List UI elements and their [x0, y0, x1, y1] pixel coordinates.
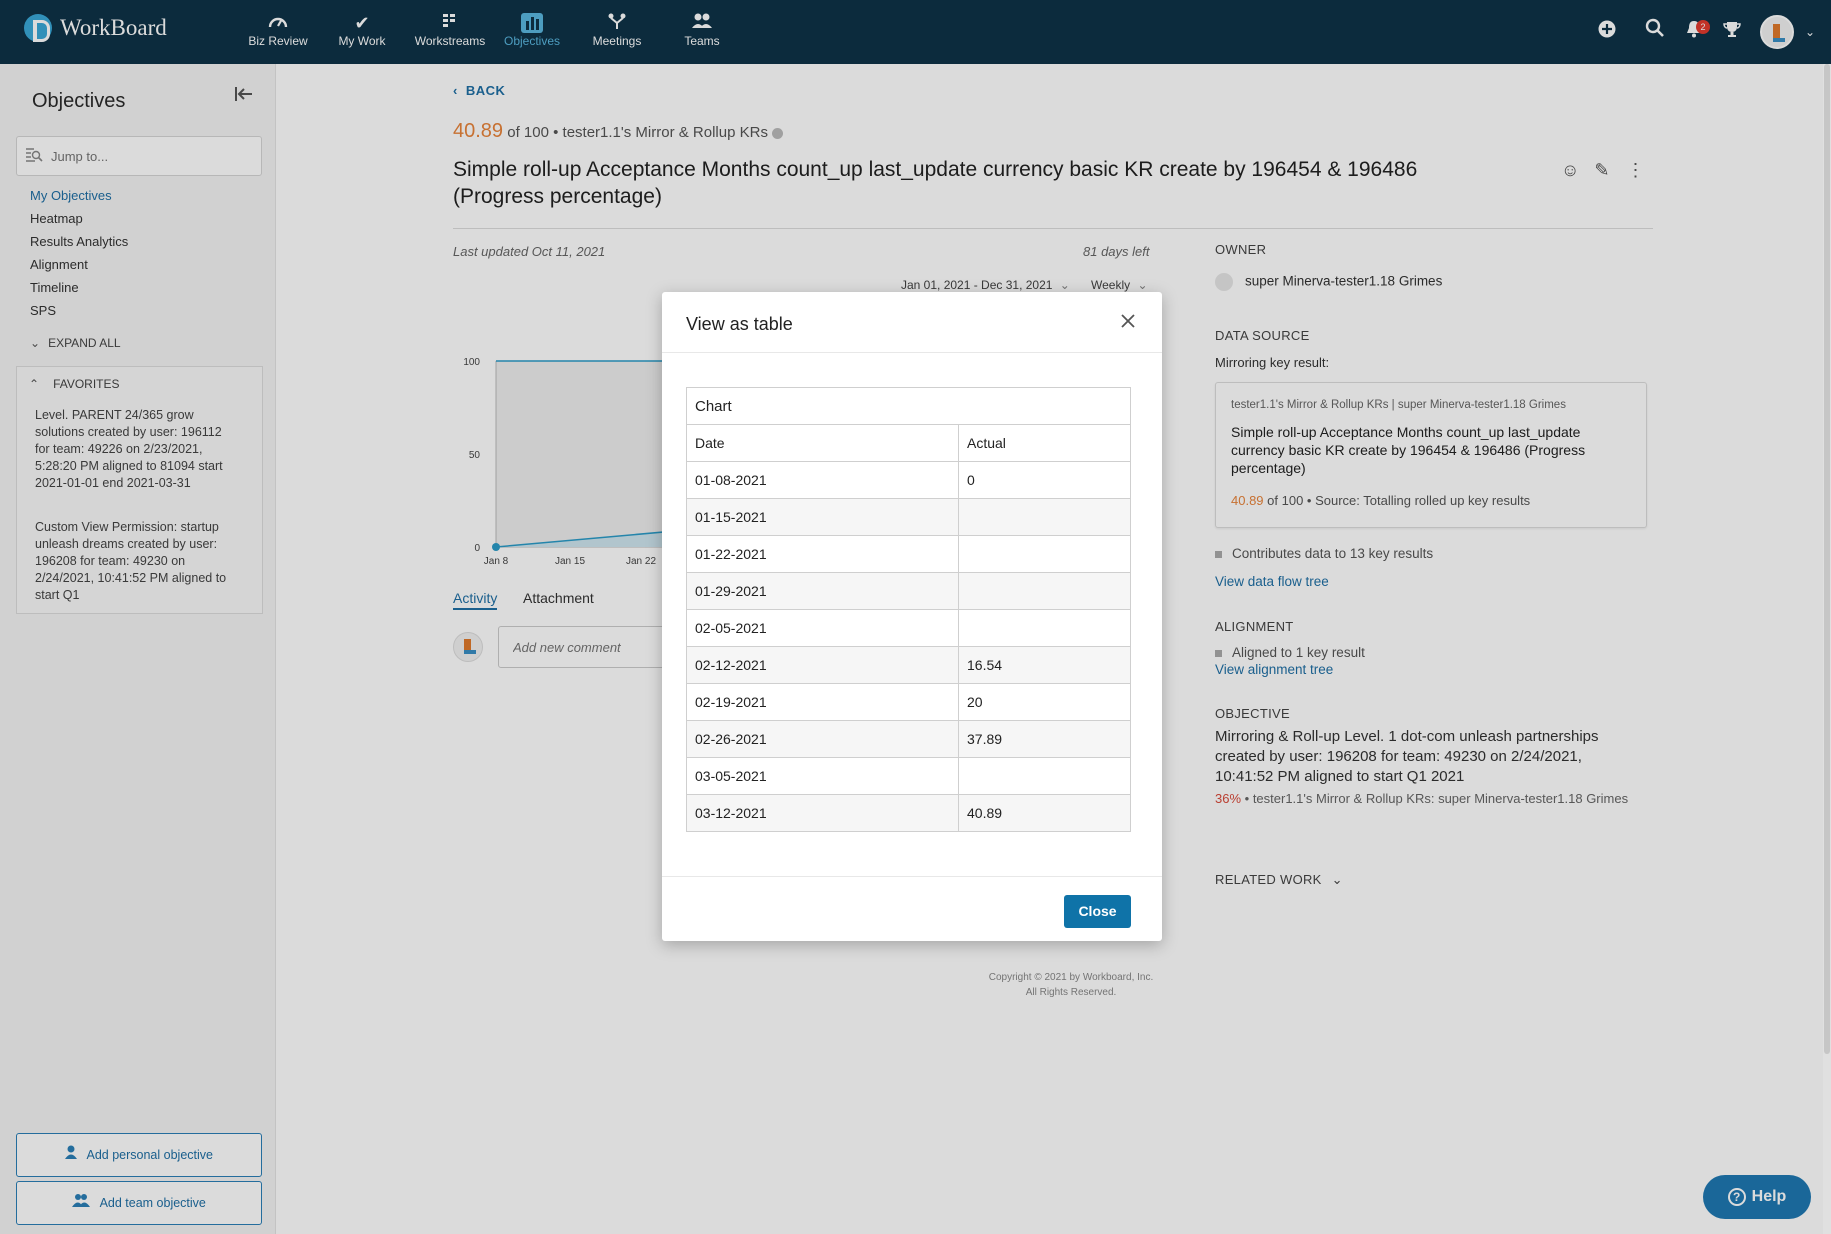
actual-cell: [958, 572, 1131, 610]
table-row: 02-12-2021 16.54: [686, 646, 1131, 684]
view-as-table-dialog: View as table Chart Date Actual 01-08-20…: [662, 292, 1162, 941]
date-cell: 02-12-2021: [686, 646, 959, 684]
date-cell: 01-08-2021: [686, 461, 959, 499]
actual-cell: 0: [958, 461, 1131, 499]
date-cell: 03-05-2021: [686, 757, 959, 795]
actual-cell: [958, 609, 1131, 647]
actual-cell: 16.54: [958, 646, 1131, 684]
date-cell: 01-22-2021: [686, 535, 959, 573]
date-cell: 02-26-2021: [686, 720, 959, 758]
table-header-row: Date Actual: [686, 424, 1131, 462]
dialog-title: View as table: [686, 314, 793, 334]
table-row: 01-29-2021: [686, 572, 1131, 610]
close-button[interactable]: Close: [1064, 895, 1131, 928]
table-row: 03-05-2021: [686, 757, 1131, 795]
table-row: 01-15-2021: [686, 498, 1131, 536]
table-caption: Chart: [686, 387, 1131, 425]
table-caption-row: Chart: [686, 387, 1131, 425]
column-header-actual: Actual: [958, 424, 1131, 462]
page-scrollbar-thumb[interactable]: [1824, 64, 1830, 1054]
table-row: 02-05-2021: [686, 609, 1131, 647]
date-cell: 02-19-2021: [686, 683, 959, 721]
date-cell: 01-29-2021: [686, 572, 959, 610]
table-row: 02-19-2021 20: [686, 683, 1131, 721]
table-row: 01-22-2021: [686, 535, 1131, 573]
table-row: 01-08-2021 0: [686, 461, 1131, 499]
actual-cell: 37.89: [958, 720, 1131, 758]
table-row: 02-26-2021 37.89: [686, 720, 1131, 758]
date-cell: 01-15-2021: [686, 498, 959, 536]
actual-cell: [958, 535, 1131, 573]
column-header-date: Date: [686, 424, 959, 462]
table-row: 03-12-2021 40.89: [686, 794, 1131, 832]
date-cell: 02-05-2021: [686, 609, 959, 647]
actual-cell: 20: [958, 683, 1131, 721]
close-icon[interactable]: [1114, 308, 1142, 336]
actual-cell: [958, 498, 1131, 536]
date-cell: 03-12-2021: [686, 794, 959, 832]
divider: [662, 876, 1162, 877]
actual-cell: [958, 757, 1131, 795]
divider: [662, 352, 1162, 353]
actual-cell: 40.89: [958, 794, 1131, 832]
data-table: Chart Date Actual 01-08-2021 0 01-15-2021…: [686, 387, 1131, 832]
